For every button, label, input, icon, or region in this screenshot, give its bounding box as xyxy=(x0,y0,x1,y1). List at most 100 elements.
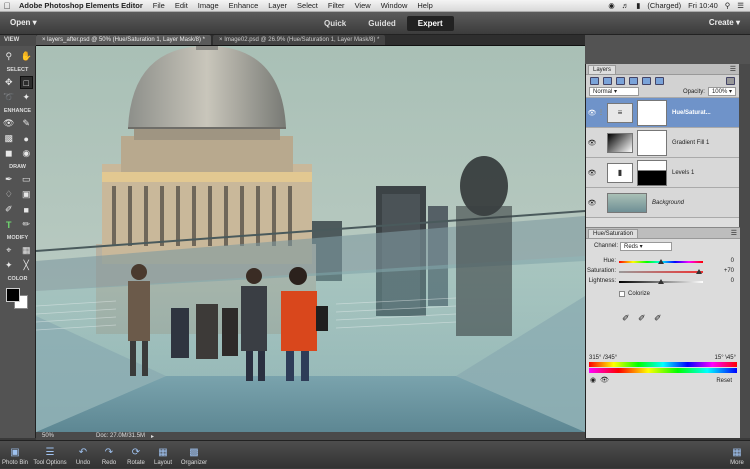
panel-menu-icon[interactable]: ☰ xyxy=(730,65,736,73)
open-button[interactable]: Open ▾ xyxy=(10,18,37,27)
crop-tool-icon[interactable]: ⌖ xyxy=(2,244,15,257)
new-group-icon[interactable] xyxy=(603,76,612,85)
layer-name[interactable]: Background xyxy=(652,200,684,206)
colorize-checkbox[interactable] xyxy=(619,291,625,297)
menu-help[interactable]: Help xyxy=(412,1,437,10)
hue-value[interactable]: 0 xyxy=(731,258,734,264)
mode-quick[interactable]: Quick xyxy=(313,16,357,31)
image-canvas[interactable] xyxy=(36,46,585,432)
volume-icon[interactable]: ♬ xyxy=(622,1,630,10)
hue-range-bar-bottom[interactable] xyxy=(589,368,737,373)
menu-select[interactable]: Select xyxy=(292,1,323,10)
eyedropper-minus-icon[interactable]: ✐ xyxy=(654,313,662,324)
add-mask-icon[interactable] xyxy=(629,76,638,85)
quick-selection-tool-icon[interactable]: ✦ xyxy=(20,91,33,104)
hue-slider[interactable] xyxy=(619,259,703,264)
menu-layer[interactable]: Layer xyxy=(263,1,292,10)
dodge-tool-icon[interactable]: ◉ xyxy=(20,147,33,160)
clone-stamp-tool-icon[interactable]: ▩ xyxy=(2,132,15,145)
eyedropper-icon[interactable]: ✐ xyxy=(622,313,630,324)
blend-mode-select[interactable]: Normal ▾ xyxy=(589,87,639,96)
saturation-slider[interactable] xyxy=(619,269,703,274)
content-aware-move-tool-icon[interactable]: ✦ xyxy=(2,259,15,272)
clock[interactable]: Fri 10:40 xyxy=(688,1,718,10)
layer-row[interactable]: 👁 ▮ Levels 1 xyxy=(586,158,739,188)
saturation-value[interactable]: +70 xyxy=(724,268,734,274)
status-arrow-icon[interactable]: ▸ xyxy=(151,433,154,440)
brush-tool-icon[interactable]: ✒ xyxy=(2,173,15,186)
lightness-slider-knob[interactable] xyxy=(658,279,664,284)
menu-view[interactable]: View xyxy=(350,1,376,10)
lightness-value[interactable]: 0 xyxy=(731,278,734,284)
organizer-button[interactable]: ▩ Organizer xyxy=(176,441,212,469)
more-button[interactable]: ▦ More xyxy=(724,441,750,469)
eye-icon[interactable]: 👁 xyxy=(586,169,598,177)
create-button[interactable]: Create ▾ xyxy=(709,18,740,27)
spot-healing-tool-icon[interactable]: ✎ xyxy=(20,117,33,130)
recompose-tool-icon[interactable]: ▦ xyxy=(20,244,33,257)
mode-guided[interactable]: Guided xyxy=(357,16,407,31)
layout-button[interactable]: ▦ Layout xyxy=(150,441,176,469)
menu-file[interactable]: File xyxy=(148,1,170,10)
mode-expert[interactable]: Expert xyxy=(406,16,454,31)
menu-edit[interactable]: Edit xyxy=(170,1,193,10)
zoom-tool-icon[interactable]: ⚲ xyxy=(2,50,15,63)
menu-window[interactable]: Window xyxy=(376,1,413,10)
layer-name[interactable]: Hue/Saturat... xyxy=(672,110,711,116)
opacity-field[interactable]: 100% ▾ xyxy=(707,87,736,96)
undo-button[interactable]: ↶ Undo xyxy=(70,441,96,469)
menu-filter[interactable]: Filter xyxy=(323,1,350,10)
marquee-tool-icon[interactable]: □ xyxy=(19,76,33,89)
list-icon[interactable]: ☰ xyxy=(737,1,744,10)
tab-hue-saturation[interactable]: Hue/Saturation xyxy=(588,229,639,238)
zoom-level[interactable]: 50% xyxy=(36,433,76,439)
move-tool-icon[interactable]: ✥ xyxy=(2,76,15,89)
eraser-tool-icon[interactable]: ▭ xyxy=(20,173,33,186)
tab-layers[interactable]: Layers xyxy=(588,65,617,74)
layer-row[interactable]: 👁 ⋮ ≡ Hue/Saturat... xyxy=(586,98,739,128)
layer-name[interactable]: Levels 1 xyxy=(672,170,694,176)
redo-button[interactable]: ↷ Redo xyxy=(96,441,122,469)
wifi-icon[interactable]: ◉ xyxy=(608,1,615,10)
rotate-button[interactable]: ⟳ Rotate xyxy=(122,441,150,469)
tool-options-button[interactable]: ☰ Tool Options xyxy=(30,441,70,469)
adjustments-menu-icon[interactable]: ☰ xyxy=(731,229,737,237)
layer-row[interactable]: 👁 Gradient Fill 1 xyxy=(586,128,739,158)
custom-shape-tool-icon[interactable]: ■ xyxy=(20,203,33,216)
layer-mask-thumbnail[interactable] xyxy=(637,99,667,126)
doc-tab-image02[interactable]: × Image02.psd @ 26.9% (Hue/Saturation 1,… xyxy=(213,35,386,45)
hand-tool-icon[interactable]: ✋ xyxy=(20,50,33,63)
type-tool-icon[interactable]: T xyxy=(2,218,15,231)
photo-bin-button[interactable]: ▣ Photo Bin xyxy=(0,441,30,469)
layer-name[interactable]: Gradient Fill 1 xyxy=(672,140,709,146)
gradient-tool-icon[interactable]: ▣ xyxy=(20,188,33,201)
adjustment-layer-icon[interactable] xyxy=(616,76,625,85)
lock-all-icon[interactable] xyxy=(655,76,664,85)
pencil-tool-icon[interactable]: ✏ xyxy=(20,218,33,231)
visibility-icon[interactable]: 👁 xyxy=(600,376,609,384)
layer-row[interactable]: 👁 Background xyxy=(586,188,739,218)
eye-icon[interactable]: 👁 xyxy=(586,199,598,207)
red-eye-tool-icon[interactable]: 👁 xyxy=(2,117,15,130)
link-icon[interactable]: ⋮ xyxy=(598,109,604,116)
sponge-tool-icon[interactable]: ◼ xyxy=(2,147,15,160)
doc-tab-layers-after[interactable]: × layers_after.psd @ 50% (Hue/Saturation… xyxy=(36,35,212,45)
clip-to-layer-icon[interactable]: ◉ xyxy=(590,376,596,384)
apple-icon[interactable]:  xyxy=(0,1,14,11)
eyedropper-plus-icon[interactable]: ✐ xyxy=(638,313,646,324)
spotlight-icon[interactable]: ⚲ xyxy=(725,1,731,10)
trash-icon[interactable] xyxy=(726,76,735,85)
hue-slider-knob[interactable] xyxy=(658,259,664,264)
foreground-color-swatch[interactable] xyxy=(6,288,20,302)
layer-mask-thumbnail[interactable] xyxy=(637,159,667,186)
new-layer-icon[interactable] xyxy=(590,76,599,85)
battery-icon[interactable]: ▮ xyxy=(636,1,640,10)
lightness-slider[interactable] xyxy=(619,279,703,284)
menu-image[interactable]: Image xyxy=(193,1,224,10)
layer-mask-thumbnail[interactable] xyxy=(637,129,667,156)
straighten-tool-icon[interactable]: ╳ xyxy=(20,259,33,272)
lock-transparent-icon[interactable] xyxy=(642,76,651,85)
reset-button[interactable]: Reset xyxy=(716,378,732,384)
eye-icon[interactable]: 👁 xyxy=(586,109,598,117)
channel-select[interactable]: Reds ▾ xyxy=(620,242,672,251)
